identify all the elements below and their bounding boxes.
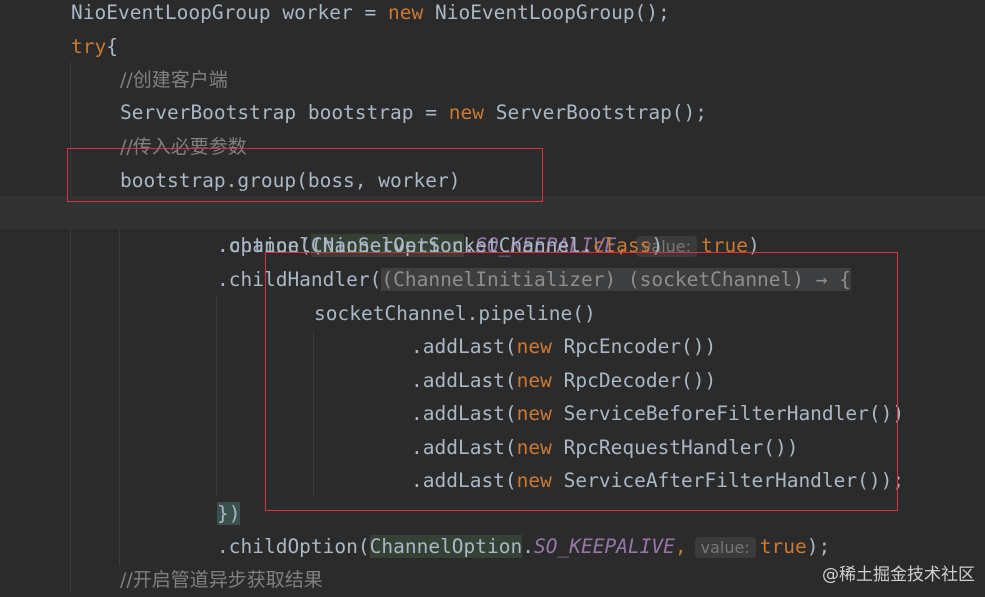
indent-guide bbox=[119, 196, 120, 566]
indent-guide bbox=[70, 62, 71, 593]
code-field: SO_KEEPALIVE bbox=[534, 535, 675, 558]
parameter-hint: value: bbox=[694, 537, 756, 558]
code-line-4[interactable]: ServerBootstrap bootstrap = new ServerBo… bbox=[120, 96, 707, 129]
watermark: @稀土掘金技术社区 bbox=[822, 565, 975, 585]
code-line-2[interactable]: try{ bbox=[71, 30, 118, 63]
code-token: . bbox=[522, 535, 534, 558]
code-line-18[interactable]: //开启管道异步获取结果 bbox=[120, 563, 323, 596]
indent-guide bbox=[216, 296, 217, 496]
code-token: ); bbox=[806, 535, 831, 558]
matched-brace: }) bbox=[217, 502, 241, 525]
code-comment: //创建客户端 bbox=[120, 69, 228, 91]
code-token: .childOption( bbox=[217, 535, 370, 558]
code-token: ServerBootstrap(); bbox=[483, 101, 708, 124]
highlight-box-group-call bbox=[67, 148, 543, 202]
code-token: worker = bbox=[270, 1, 388, 24]
code-comment: //开启管道异步获取结果 bbox=[120, 569, 323, 591]
code-line-1[interactable]: NioEventLoopGroup worker = new NioEventL… bbox=[71, 0, 670, 29]
keyword-true: true bbox=[759, 535, 807, 558]
code-line-3[interactable]: //创建客户端 bbox=[120, 63, 228, 96]
code-token: , bbox=[674, 535, 687, 558]
code-line-16[interactable]: }) bbox=[217, 497, 241, 530]
keyword-try: try bbox=[71, 35, 107, 58]
code-token: NioEventLoopGroup(); bbox=[423, 1, 670, 24]
code-line-17[interactable]: .childOption(ChannelOption.SO_KEEPALIVE,… bbox=[217, 530, 830, 563]
code-token: { bbox=[106, 35, 118, 58]
code-token: ServerBootstrap bootstrap = bbox=[120, 101, 449, 124]
keyword-new: new bbox=[448, 101, 484, 124]
highlight-box-child-handler bbox=[265, 252, 898, 511]
code-token-class: ChannelOption bbox=[369, 535, 523, 558]
keyword-new: new bbox=[388, 1, 424, 24]
code-token: NioEventLoopGroup bbox=[71, 1, 271, 24]
